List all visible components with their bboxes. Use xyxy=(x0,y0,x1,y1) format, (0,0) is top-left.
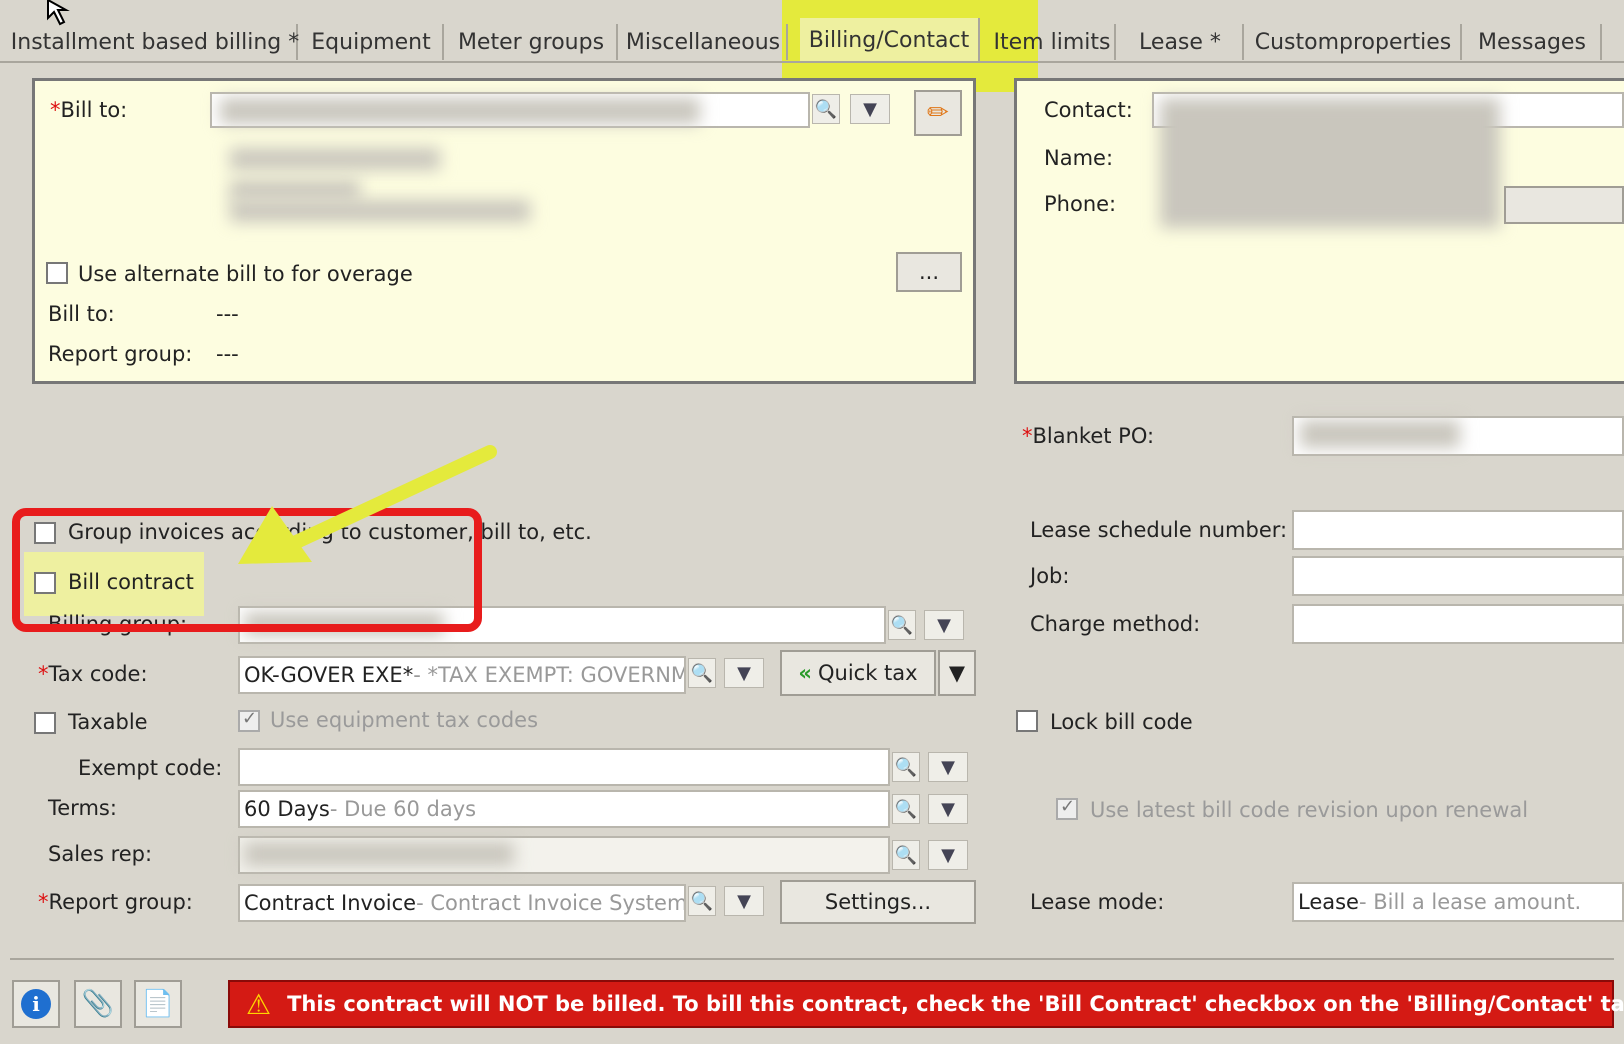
tax-code-field[interactable]: OK-GOVER EXE* - *TAX EXEMPT: GOVERNME xyxy=(238,656,686,694)
lock-bill-code-checkbox[interactable] xyxy=(1016,710,1038,732)
dropdown-icon[interactable]: ▼ xyxy=(928,840,968,870)
lease-mode-label: Lease mode: xyxy=(1030,890,1165,914)
report-group-field[interactable]: Contract Invoice - Contract Invoice Syst… xyxy=(238,884,686,922)
report-group-label: *Report group: xyxy=(38,890,193,914)
tax-code-label: *Tax code: xyxy=(38,662,148,686)
info-button[interactable]: i xyxy=(12,980,60,1028)
bill-to-label: *Bill to: xyxy=(50,98,128,122)
tab-customproperties[interactable]: Customproperties xyxy=(1246,24,1462,60)
sales-rep-redacted xyxy=(244,842,514,866)
tab-bar: Installment based billing * Equipment Me… xyxy=(0,0,1624,64)
alt-report-group-value: --- xyxy=(216,342,239,366)
tab-meter-groups[interactable]: Meter groups xyxy=(446,24,618,60)
alt-bill-to-button[interactable]: ... xyxy=(896,252,962,292)
dropdown-icon[interactable]: ▼ xyxy=(850,94,890,124)
tab-messages[interactable]: Messages xyxy=(1464,24,1602,60)
exempt-code-label: Exempt code: xyxy=(78,756,223,780)
annotation-arrow-icon xyxy=(238,445,497,564)
tab-equipment[interactable]: Equipment xyxy=(300,24,444,60)
alt-bill-to-label: Use alternate bill to for overage xyxy=(78,262,413,286)
warning-icon: ⚠ xyxy=(246,987,272,1021)
billing-warning-text: This contract will NOT be billed. To bil… xyxy=(287,992,1624,1016)
tab-underline xyxy=(0,61,1624,63)
bill-to-address-redacted xyxy=(230,148,440,170)
tab-billing-contact[interactable]: Billing/Contact xyxy=(800,18,980,62)
tab-overflow[interactable] xyxy=(1604,24,1624,60)
alt-bill-to-value: --- xyxy=(216,302,239,326)
charge-method-label: Charge method: xyxy=(1030,612,1201,636)
name-label: Name: xyxy=(1044,146,1114,170)
job-field[interactable] xyxy=(1292,556,1624,596)
blanket-po-label: *Blanket PO: xyxy=(1022,424,1155,448)
tab-miscellaneous[interactable]: Miscellaneous xyxy=(620,24,788,60)
lease-schedule-field[interactable] xyxy=(1292,510,1624,550)
quick-tax-button[interactable]: «Quick tax xyxy=(780,650,936,696)
use-equipment-tax-label: Use equipment tax codes xyxy=(270,708,539,732)
terms-label: Terms: xyxy=(48,796,117,820)
edit-bill-to-button[interactable]: ✏ xyxy=(914,90,962,136)
footer-separator xyxy=(10,958,1614,960)
lease-mode-field[interactable]: Lease - Bill a lease amount. xyxy=(1292,882,1624,922)
taxable-label: Taxable xyxy=(68,710,148,734)
use-latest-revision-checkbox[interactable]: ✓ xyxy=(1056,796,1078,820)
alt-bill-to-value-label: Bill to: xyxy=(48,302,115,326)
lookup-icon[interactable]: 🔍 xyxy=(888,610,916,640)
sales-rep-label: Sales rep: xyxy=(48,842,153,866)
alt-bill-to-checkbox[interactable] xyxy=(46,262,68,284)
double-chevron-left-icon: « xyxy=(798,661,812,685)
dropdown-icon[interactable]: ▼ xyxy=(724,886,764,916)
use-latest-revision-label: Use latest bill code revision upon renew… xyxy=(1090,798,1529,822)
lock-bill-code-label: Lock bill code xyxy=(1050,710,1193,734)
contact-label: Contact: xyxy=(1044,98,1133,122)
bill-to-address-redacted-3 xyxy=(230,200,530,222)
lookup-icon[interactable]: 🔍 xyxy=(812,94,840,124)
document-icon: 📄 xyxy=(141,989,175,1019)
phone-ext-field[interactable] xyxy=(1504,186,1624,224)
dropdown-icon[interactable]: ▼ xyxy=(724,658,764,688)
dropdown-icon[interactable]: ▼ xyxy=(928,752,968,782)
lookup-icon[interactable]: 🔍 xyxy=(892,752,920,782)
tab-item-limits[interactable]: Item limits xyxy=(990,24,1116,60)
paperclip-icon: 📎 xyxy=(81,989,115,1019)
lookup-icon[interactable]: 🔍 xyxy=(688,886,716,916)
charge-method-field[interactable] xyxy=(1292,604,1624,644)
use-equipment-tax-checkbox[interactable]: ✓ xyxy=(238,708,260,732)
bill-to-redacted xyxy=(220,98,700,124)
taxable-checkbox[interactable] xyxy=(34,712,56,734)
exempt-code-field[interactable] xyxy=(238,748,890,786)
lease-schedule-label: Lease schedule number: xyxy=(1030,518,1288,542)
dropdown-icon[interactable]: ▼ xyxy=(928,794,968,824)
notes-button[interactable]: 📄 xyxy=(134,980,182,1028)
phone-label: Phone: xyxy=(1044,192,1117,216)
info-icon: i xyxy=(21,989,51,1019)
lookup-icon[interactable]: 🔍 xyxy=(892,840,920,870)
settings-button[interactable]: Settings... xyxy=(780,880,976,924)
blanket-po-redacted xyxy=(1300,420,1460,448)
alt-report-group-label: Report group: xyxy=(48,342,193,366)
billing-warning-banner: ⚠ This contract will NOT be billed. To b… xyxy=(228,980,1624,1028)
lookup-icon[interactable]: 🔍 xyxy=(892,794,920,824)
dropdown-icon[interactable]: ▼ xyxy=(924,610,964,640)
pencil-icon: ✏ xyxy=(927,98,949,128)
attachment-button[interactable]: 📎 xyxy=(74,980,122,1028)
bill-to-address-redacted-2 xyxy=(230,180,360,200)
tab-installment-billing[interactable]: Installment based billing * xyxy=(11,24,299,60)
terms-field[interactable]: 60 Days - Due 60 days xyxy=(238,790,890,828)
contact-redacted xyxy=(1160,98,1500,228)
job-label: Job: xyxy=(1030,564,1070,588)
lookup-icon[interactable]: 🔍 xyxy=(688,658,716,688)
tab-lease[interactable]: Lease * xyxy=(1118,24,1244,60)
quick-tax-dropdown[interactable]: ▼ xyxy=(938,650,976,696)
